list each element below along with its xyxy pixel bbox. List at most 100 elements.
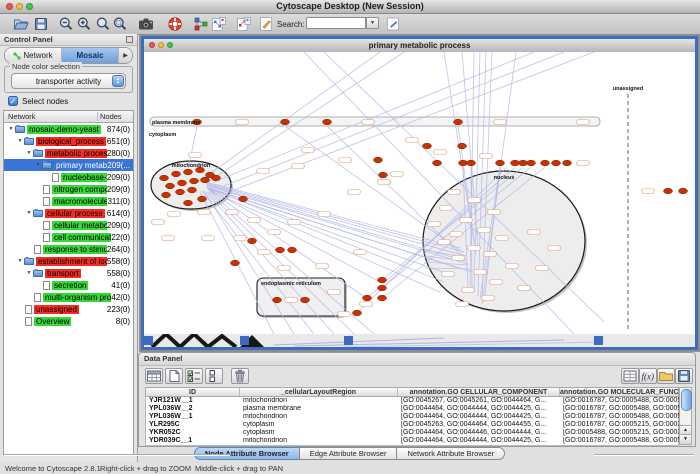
node[interactable]: [323, 119, 332, 125]
node[interactable]: [378, 277, 387, 283]
select-attributes-button[interactable]: [145, 368, 163, 384]
match-attributes-button[interactable]: [205, 368, 223, 384]
snapshot-button[interactable]: [138, 16, 154, 32]
node[interactable]: [374, 157, 383, 163]
table-row[interactable]: YJR121W__1mitochondrion[GO:0045267, GO:0…: [146, 397, 678, 405]
node[interactable]: [248, 238, 257, 244]
annotation-button[interactable]: [258, 16, 274, 32]
node[interactable]: [201, 177, 210, 183]
tree-item[interactable]: ▼biological_process651(0): [4, 135, 133, 147]
node-color-dropdown[interactable]: transporter activity: [11, 73, 126, 89]
select-nodes-checkbox[interactable]: [8, 96, 18, 106]
open-session-button[interactable]: [13, 16, 29, 32]
node[interactable]: [454, 119, 463, 125]
tree-item[interactable]: macromolecule311(0): [4, 195, 133, 207]
node[interactable]: [301, 297, 310, 303]
save-attributes-button[interactable]: [675, 368, 693, 384]
attribute-grid-button[interactable]: [621, 368, 639, 384]
scroll-down-icon[interactable]: ▼: [680, 434, 691, 444]
node[interactable]: [190, 178, 199, 184]
zoom-out-button[interactable]: [58, 16, 74, 32]
node[interactable]: [378, 295, 387, 301]
network-canvas[interactable]: plasma membranecytoplasmmitochondrionnuc…: [144, 52, 695, 334]
disclosure-triangle-icon[interactable]: ▼: [16, 138, 24, 144]
network-window-title-bar[interactable]: primary metabolic process: [144, 39, 695, 53]
disclosure-triangle-icon[interactable]: ▼: [34, 162, 42, 168]
search-dropdown-icon[interactable]: ▼: [366, 17, 379, 29]
tab-network-attribute-browser[interactable]: Network Attribute Browser: [396, 447, 505, 460]
node[interactable]: [239, 196, 248, 202]
tab-network[interactable]: Network: [5, 48, 62, 63]
node[interactable]: [363, 295, 372, 301]
node[interactable]: [423, 143, 432, 149]
delete-attributes-button[interactable]: [185, 368, 203, 384]
tree-item[interactable]: response to stimulus264(0): [4, 243, 133, 255]
node[interactable]: [184, 200, 193, 206]
tree-item[interactable]: cellular metabolic pro209(0): [4, 219, 133, 231]
node[interactable]: [172, 171, 181, 177]
table-scrollbar[interactable]: ▲ ▼: [679, 387, 692, 445]
float-panel-icon[interactable]: [126, 36, 133, 43]
node[interactable]: [281, 119, 290, 125]
node[interactable]: [679, 188, 688, 194]
node[interactable]: [188, 187, 197, 193]
node[interactable]: [459, 160, 468, 166]
search-input[interactable]: [306, 17, 366, 29]
tree-item[interactable]: ▼transport558(0): [4, 267, 133, 279]
table-row[interactable]: YLR295Ccytoplasm[GO:0045263, GO:0044464,…: [146, 421, 678, 429]
disclosure-triangle-icon[interactable]: ▼: [25, 150, 33, 156]
node[interactable]: [353, 310, 362, 316]
tree-item[interactable]: ▼metabolic process280(0): [4, 147, 133, 159]
compartment-plasma-membrane[interactable]: [150, 117, 600, 126]
column-header[interactable]: annotation.GO MOLECULAR_FUNCTION: [560, 388, 680, 396]
node[interactable]: [433, 160, 442, 166]
scrollbar-thumb[interactable]: [681, 389, 692, 411]
network-window[interactable]: primary metabolic process plasma membran…: [141, 36, 698, 350]
node[interactable]: [552, 160, 561, 166]
tree-item[interactable]: nucleobase-containing209(0): [4, 171, 133, 183]
node[interactable]: [288, 247, 297, 253]
tab-edge-attribute-browser[interactable]: Edge Attribute Browser: [299, 447, 398, 460]
tree-item[interactable]: multi-organism proces42(0): [4, 291, 133, 303]
more-tabs-arrow-icon[interactable]: ▶: [119, 48, 132, 63]
tree-item[interactable]: ▼mosaic-demo-yeast874(0): [4, 123, 133, 135]
network-overlay-button-1[interactable]: [211, 16, 227, 32]
node[interactable]: [458, 143, 467, 149]
column-header[interactable]: _cellularLayoutRegion: [240, 388, 398, 396]
zoom-selected-button[interactable]: [112, 16, 128, 32]
disclosure-triangle-icon[interactable]: ▼: [25, 270, 33, 276]
node[interactable]: [379, 172, 388, 178]
tree-item[interactable]: ▼establishment of local558(0): [4, 255, 133, 267]
tree-item[interactable]: ▼cellular process614(0): [4, 207, 133, 219]
disclosure-triangle-icon[interactable]: ▼: [25, 210, 33, 216]
table-row[interactable]: YPL036W__2plasma membrane[GO:0044464, GO…: [146, 405, 678, 413]
tab-mosaic[interactable]: Mosaic: [62, 48, 119, 63]
zoom-fit-button[interactable]: [95, 16, 111, 32]
disclosure-triangle-icon[interactable]: ▼: [16, 258, 24, 264]
node[interactable]: [162, 192, 171, 198]
zoom-in-button[interactable]: [76, 16, 92, 32]
network-tool-button[interactable]: [193, 16, 209, 32]
node[interactable]: [178, 180, 187, 186]
node[interactable]: [467, 160, 476, 166]
node[interactable]: [496, 160, 505, 166]
column-header[interactable]: ID: [146, 388, 240, 396]
node[interactable]: [273, 297, 282, 303]
save-session-button[interactable]: [33, 16, 49, 32]
network-overlay-button-2[interactable]: [236, 16, 252, 32]
search-options-button[interactable]: [385, 16, 401, 32]
create-attribute-button[interactable]: [165, 368, 183, 384]
node[interactable]: [664, 188, 673, 194]
tree-item[interactable]: secretion41(0): [4, 279, 133, 291]
help-button[interactable]: [167, 16, 183, 32]
tab-node-attribute-browser[interactable]: Node Attribute Browser: [194, 447, 300, 460]
tree-item[interactable]: nitrogen compound met209(0): [4, 183, 133, 195]
node[interactable]: [184, 169, 193, 175]
node[interactable]: [519, 160, 528, 166]
node[interactable]: [511, 160, 520, 166]
delete-entries-button[interactable]: [231, 368, 249, 384]
table-row[interactable]: YKR052Ccytoplasm[GO:0044464, GO:0044446,…: [146, 429, 678, 437]
table-row[interactable]: YDR039C__1mitochondrion[GO:0044464, GO:0…: [146, 437, 678, 445]
node[interactable]: [212, 175, 221, 181]
node[interactable]: [276, 247, 285, 253]
